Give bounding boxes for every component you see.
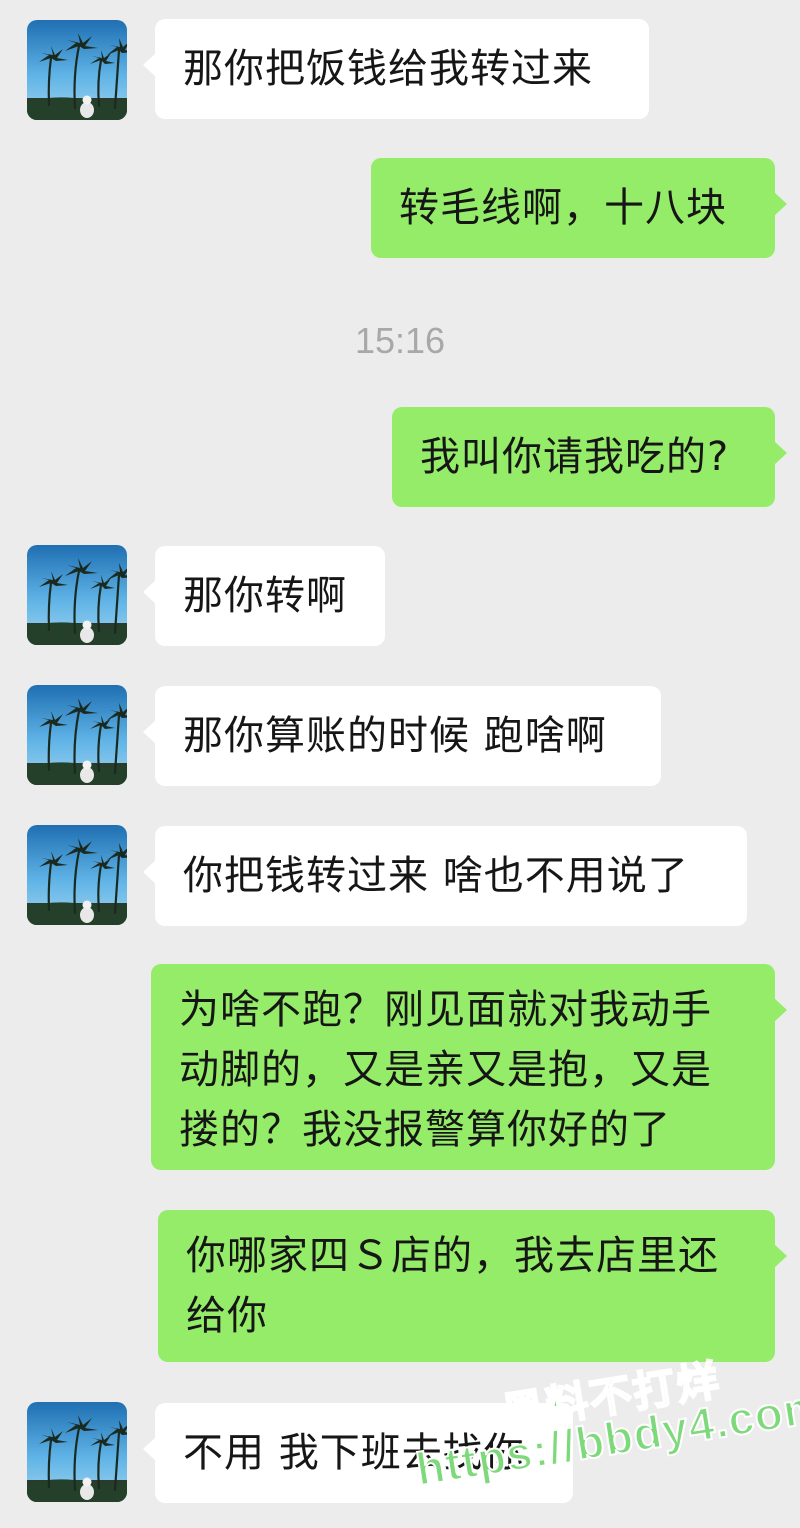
message-bubble-incoming[interactable]: 你把钱转过来 啥也不用说了 [143,826,747,926]
contact-avatar[interactable] [27,825,127,925]
message-bubble-outgoing[interactable]: 转毛线啊，十八块 [371,158,787,258]
message-bubble-outgoing[interactable]: 为啥不跑？刚见面就对我动手动脚的，又是亲又是抱，又是搂的？我没报警算你好的了 [151,964,787,1170]
chat-area[interactable]: 那你把饭钱给我转过来 转毛线啊，十八块 15:16 我叫你请我吃的? 那你转啊 … [0,0,800,1528]
palm-trees-avatar-icon [27,685,127,785]
message-text: 不用 我下班去找你 [183,1430,525,1476]
contact-avatar[interactable] [27,545,127,645]
message-bubble-incoming[interactable]: 那你把饭钱给我转过来 [143,19,649,119]
message-bubble-outgoing[interactable]: 你哪家四Ｓ店的，我去店里还给你 [158,1210,787,1362]
message-bubble-incoming[interactable]: 那你转啊 [143,546,385,646]
contact-avatar[interactable] [27,20,127,120]
message-text: 那你算账的时候 跑啥啊 [183,713,607,759]
palm-trees-avatar-icon [27,20,127,120]
message-bubble-incoming[interactable]: 那你算账的时候 跑啥啊 [143,686,661,786]
message-text: 我叫你请我吃的? [420,434,730,480]
palm-trees-avatar-icon [27,545,127,645]
contact-avatar[interactable] [27,685,127,785]
message-text: 你把钱转过来 啥也不用说了 [183,853,689,899]
palm-trees-avatar-icon [27,825,127,925]
message-text: 你哪家四Ｓ店的，我去店里还给你 [186,1233,719,1339]
message-bubble-incoming[interactable]: 不用 我下班去找你 [143,1403,573,1503]
message-text: 那你转啊 [183,573,347,619]
message-text: 为啥不跑？刚见面就对我动手动脚的，又是亲又是抱，又是搂的？我没报警算你好的了 [179,987,712,1153]
message-timestamp: 15:16 [354,320,446,361]
message-bubble-outgoing[interactable]: 我叫你请我吃的? [392,407,787,507]
palm-trees-avatar-icon [27,1402,127,1502]
contact-avatar[interactable] [27,1402,127,1502]
message-text: 那你把饭钱给我转过来 [183,46,593,92]
message-text: 转毛线啊，十八块 [399,185,727,231]
